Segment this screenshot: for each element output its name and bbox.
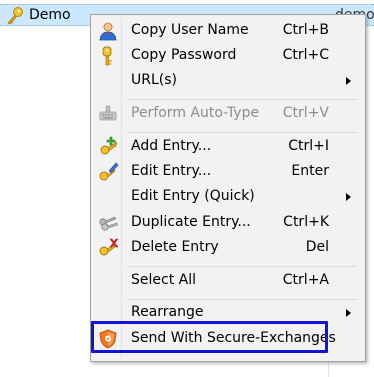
menu-item-shortcut: Enter [291, 163, 329, 179]
menu-item-add-entry[interactable]: Add Entry... Ctrl+I [93, 135, 363, 159]
context-menu: Copy User Name Ctrl+B Copy Password Ctrl… [90, 14, 366, 362]
menu-item-label: Perform Auto-Type [131, 105, 260, 121]
key-icon [7, 7, 23, 25]
menu-item-delete-entry[interactable]: Delete Entry Del [93, 236, 363, 260]
user-icon [99, 22, 117, 41]
menu-item-duplicate-entry[interactable]: Duplicate Entry... Ctrl+K [93, 211, 363, 235]
menu-item-label: Duplicate Entry... [131, 214, 251, 230]
menu-item-urls[interactable]: URL(s) [93, 69, 363, 93]
menu-separator [127, 132, 357, 133]
menu-item-copy-user-name[interactable]: Copy User Name Ctrl+B [93, 19, 363, 43]
key-duplicate-icon [99, 216, 118, 231]
menu-item-edit-entry[interactable]: Edit Entry... Enter [93, 160, 363, 184]
menu-separator [127, 266, 357, 267]
menu-item-label: Select All [131, 272, 196, 288]
submenu-arrow-icon [346, 77, 351, 85]
menu-item-perform-auto-type[interactable]: Perform Auto-Type Ctrl+V [93, 102, 363, 126]
key-add-icon [100, 136, 118, 155]
menu-item-label: Copy Password [131, 47, 237, 63]
menu-item-copy-password[interactable]: Copy Password Ctrl+C [93, 44, 363, 68]
menu-item-label: URL(s) [131, 72, 177, 88]
key-edit-icon [99, 162, 119, 181]
menu-item-shortcut: Del [305, 239, 329, 255]
menu-item-edit-entry-quick[interactable]: Edit Entry (Quick) [93, 185, 363, 209]
menu-item-shortcut: Ctrl+C [282, 47, 329, 63]
menu-separator [127, 299, 357, 300]
submenu-arrow-icon [346, 309, 351, 317]
menu-item-label: Add Entry... [131, 138, 212, 154]
menu-item-shortcut: Ctrl+I [288, 138, 329, 154]
menu-item-shortcut: Ctrl+K [283, 214, 329, 230]
menu-item-label: Edit Entry (Quick) [131, 188, 255, 204]
menu-separator [127, 99, 357, 100]
menu-item-label: Rearrange [131, 304, 204, 320]
highlight-annotation-box [91, 321, 328, 353]
entry-title: Demo [29, 7, 71, 23]
menu-item-label: Delete Entry [131, 239, 219, 255]
menu-item-shortcut: Ctrl+V [282, 105, 329, 121]
key-delete-icon [99, 238, 119, 256]
menu-item-select-all[interactable]: Select All Ctrl+A [93, 269, 363, 293]
menu-item-shortcut: Ctrl+A [282, 272, 329, 288]
keyboard-icon [99, 105, 117, 121]
menu-item-shortcut: Ctrl+B [282, 22, 329, 38]
key-icon [102, 46, 112, 66]
submenu-arrow-icon [346, 193, 351, 201]
menu-item-label: Edit Entry... [131, 163, 212, 179]
menu-item-label: Copy User Name [131, 22, 249, 38]
